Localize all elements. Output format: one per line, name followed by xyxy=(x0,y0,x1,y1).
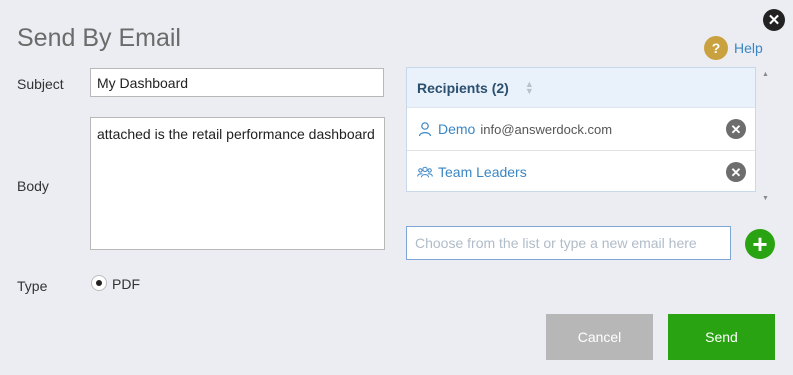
body-label: Body xyxy=(17,178,49,194)
radio-selected-dot xyxy=(96,280,102,286)
pdf-radio-label[interactable]: PDF xyxy=(112,276,140,292)
remove-recipient-button[interactable]: ✕ xyxy=(726,162,746,182)
recipient-row: Demo info@answerdock.com ✕ xyxy=(407,108,755,151)
recipient-email-input[interactable] xyxy=(406,226,731,260)
recipients-header[interactable]: Recipients (2) ▲ ▼ xyxy=(407,68,755,108)
user-icon xyxy=(417,121,433,137)
help-icon: ? xyxy=(704,36,728,60)
add-recipient-button[interactable]: + xyxy=(745,229,775,259)
recipients-list: Recipients (2) ▲ ▼ Demo info@answerdock.c… xyxy=(406,67,756,192)
send-button[interactable]: Send xyxy=(668,314,775,360)
recipients-scrollbar[interactable]: ▲ ▼ xyxy=(760,67,772,204)
dialog-title: Send By Email xyxy=(17,24,181,52)
help-link[interactable]: ? Help xyxy=(704,36,763,60)
sort-icon[interactable]: ▲ ▼ xyxy=(525,79,534,95)
scroll-up-icon[interactable]: ▲ xyxy=(762,71,769,78)
body-textarea[interactable]: attached is the retail performance dashb… xyxy=(90,117,385,250)
pdf-radio[interactable] xyxy=(91,275,107,291)
type-label: Type xyxy=(17,278,48,294)
group-icon xyxy=(417,164,433,180)
recipient-name[interactable]: Demo xyxy=(438,121,475,137)
cancel-button[interactable]: Cancel xyxy=(546,314,653,360)
subject-input[interactable] xyxy=(90,68,384,97)
remove-recipient-button[interactable]: ✕ xyxy=(726,119,746,139)
recipients-header-label: Recipients (2) xyxy=(417,79,509,96)
help-label: Help xyxy=(734,40,763,56)
close-icon[interactable]: ✕ xyxy=(763,9,785,31)
recipient-email: info@answerdock.com xyxy=(480,121,613,137)
recipient-row: Team Leaders ✕ xyxy=(407,151,755,193)
recipient-name[interactable]: Team Leaders xyxy=(438,164,527,180)
scroll-down-icon[interactable]: ▼ xyxy=(762,195,769,202)
subject-label: Subject xyxy=(17,76,64,92)
